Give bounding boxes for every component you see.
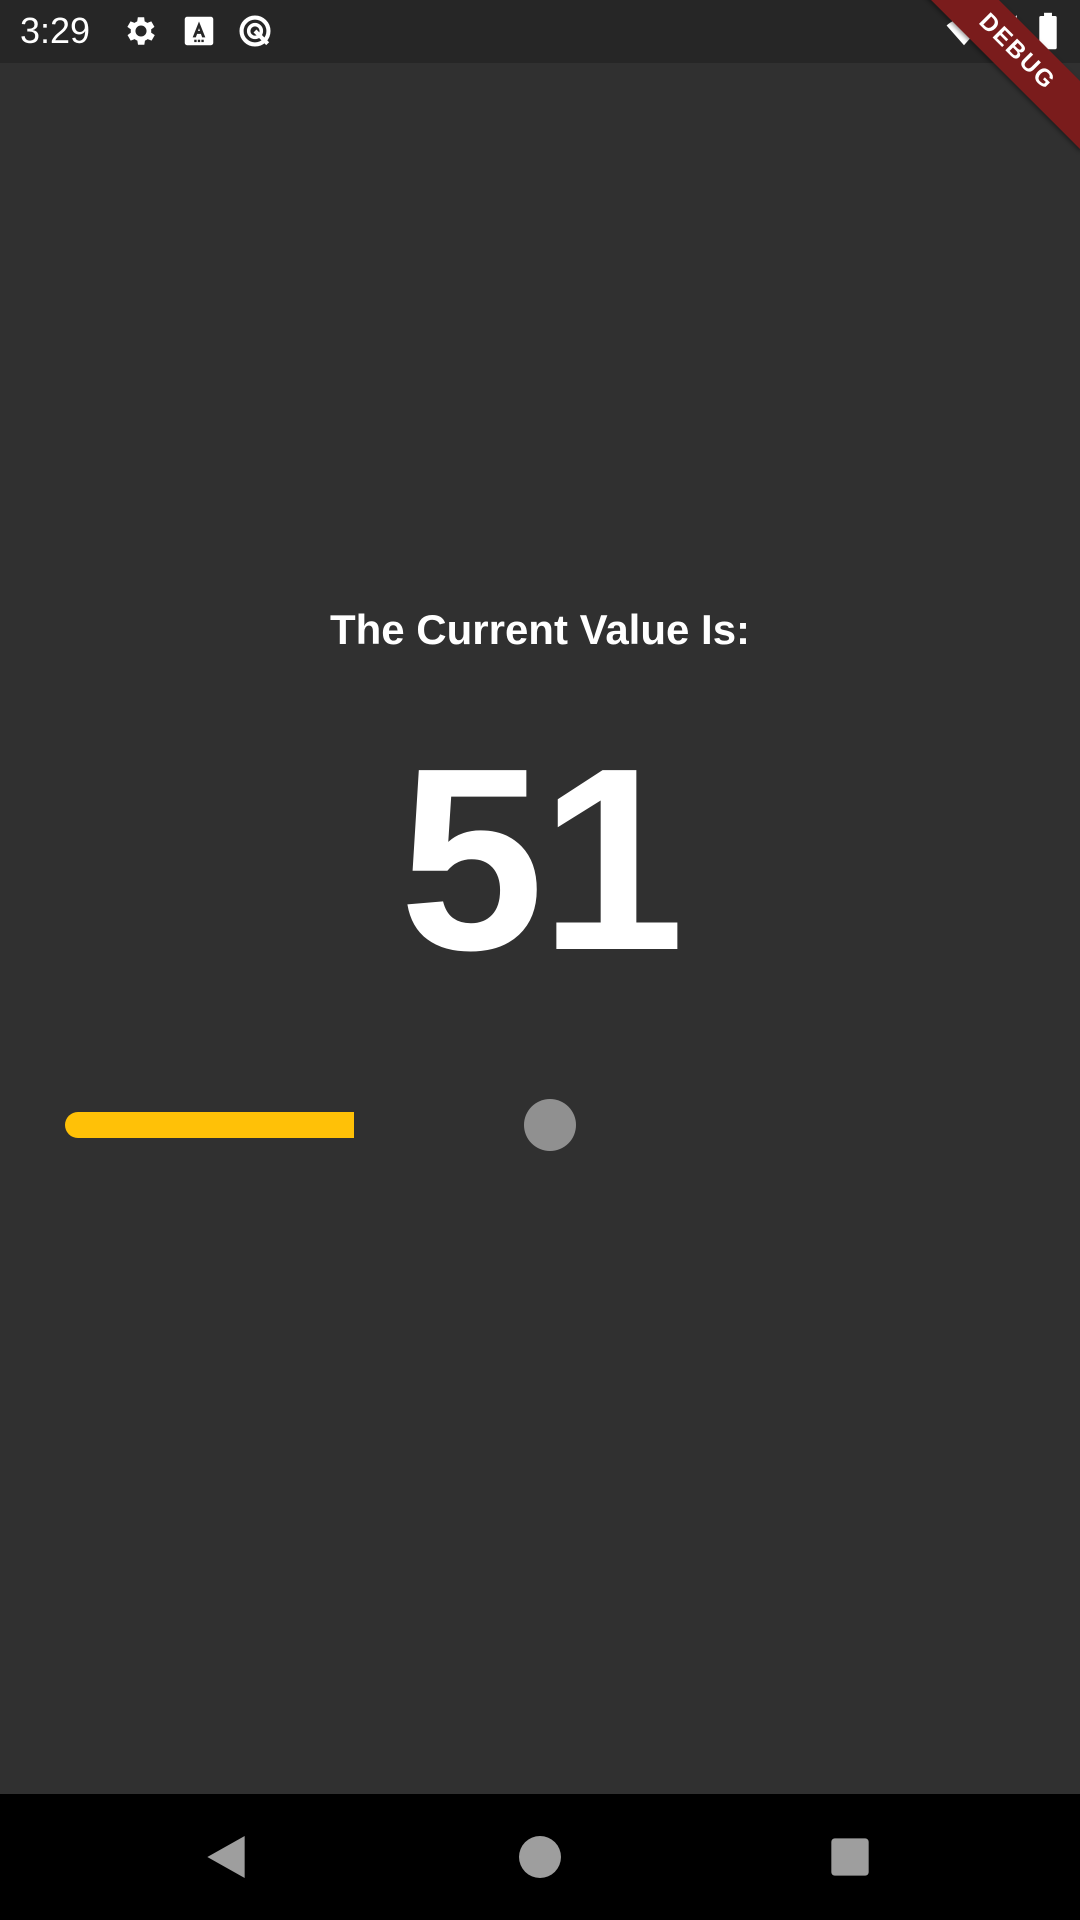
- current-value: 51: [399, 715, 684, 1005]
- back-icon[interactable]: [198, 1829, 254, 1885]
- slider-active-track: [65, 1112, 354, 1138]
- text-a-icon: [180, 12, 218, 50]
- slider-thumb[interactable]: [523, 1099, 576, 1151]
- value-caption: The Current Value Is:: [329, 606, 751, 653]
- circle-slash-icon: [236, 12, 274, 50]
- app-screen: 3:29 DEBUG The Current Value Is: 51: [0, 0, 1080, 1920]
- recents-icon[interactable]: [822, 1829, 878, 1885]
- home-icon[interactable]: [512, 1829, 568, 1885]
- gear-icon: [122, 12, 160, 50]
- navigation-bar: [0, 1794, 1080, 1920]
- status-time: 3:29: [20, 10, 91, 51]
- value-slider[interactable]: [65, 1085, 1015, 1165]
- status-bar: 3:29: [0, 0, 1080, 63]
